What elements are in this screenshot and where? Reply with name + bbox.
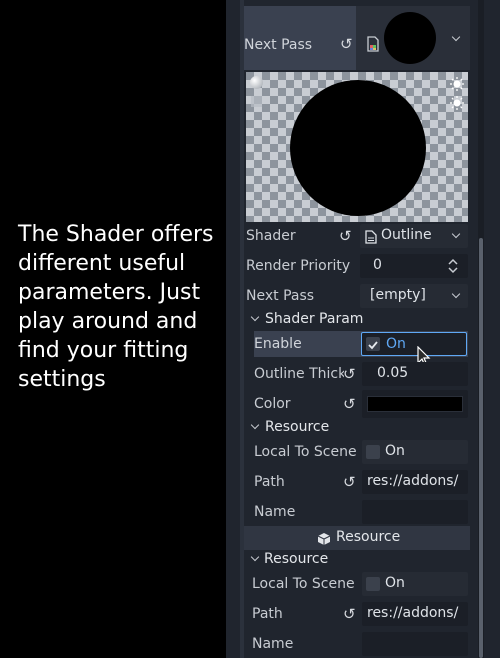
chevron-down-icon[interactable] — [451, 32, 461, 42]
revert-icon[interactable]: ↺ — [343, 397, 356, 412]
resource-inner-header: Resource — [265, 419, 330, 435]
next-pass-value: [empty] — [370, 287, 426, 303]
resource-button[interactable]: Resource — [244, 526, 470, 550]
next-pass-label: Next Pass — [246, 288, 315, 304]
name-label: Name — [252, 636, 294, 652]
caption-text: The Shader offers different useful param… — [18, 222, 214, 392]
light2-icon[interactable] — [450, 95, 464, 110]
checkbox-icon — [366, 577, 380, 591]
outline-thickness-value: 0.05 — [377, 365, 409, 381]
local-to-scene-checkbox[interactable]: On — [362, 572, 468, 596]
render-priority-value: 0 — [373, 257, 382, 273]
resource-button-label: Resource — [336, 529, 401, 545]
cube-icon — [317, 531, 331, 545]
color-label: Color — [254, 396, 291, 412]
shader-label: Shader — [246, 228, 296, 244]
revert-icon[interactable]: ↺ — [340, 37, 353, 52]
next-pass-top-row: Next Pass ↺ — [244, 6, 470, 70]
shader-value: Outline — [381, 227, 432, 243]
chevron-down-icon — [250, 552, 260, 562]
local-to-scene-label: Local To Scene — [252, 576, 355, 592]
shader-dropdown[interactable]: Outline — [360, 224, 468, 248]
resource-inner-section-header[interactable]: Resource — [246, 418, 468, 438]
cube-icon[interactable] — [251, 96, 262, 107]
shader-param-header: Shader Param — [265, 311, 364, 327]
preview-sphere — [290, 80, 426, 216]
path-label: Path — [254, 474, 285, 490]
render-priority-label: Render Priority — [246, 258, 351, 274]
revert-icon[interactable]: ↺ — [343, 607, 356, 622]
enable-label: Enable — [254, 336, 302, 352]
revert-icon[interactable]: ↺ — [343, 367, 356, 382]
chevron-down-icon — [451, 229, 461, 239]
checkbox-icon — [366, 445, 380, 459]
revert-icon[interactable]: ↺ — [343, 475, 356, 490]
render-priority-spinbox[interactable]: 0 — [360, 254, 468, 278]
chevron-down-icon — [250, 420, 260, 430]
path-value: res://addons/ — [367, 605, 459, 621]
shader-param-section-header[interactable]: Shader Param — [246, 310, 468, 330]
local-to-scene-label: Local To Scene — [254, 444, 357, 460]
path-input[interactable]: res://addons/ — [362, 602, 468, 626]
next-pass-dropdown[interactable]: [empty] — [360, 284, 468, 308]
check-icon — [366, 337, 380, 351]
path-value: res://addons/ — [367, 473, 459, 489]
scrollbar-thumb[interactable] — [479, 238, 483, 658]
enable-value: On — [386, 336, 406, 352]
color-picker-button[interactable] — [362, 390, 468, 418]
shader-material-icon — [366, 36, 380, 52]
material-preview — [246, 72, 468, 222]
resource-outer-header: Resource — [264, 551, 329, 567]
sphere-icon[interactable] — [250, 76, 263, 89]
local-to-scene-value: On — [385, 443, 405, 459]
local-to-scene-checkbox[interactable]: On — [362, 440, 468, 464]
name-input[interactable] — [362, 632, 468, 656]
name-label: Name — [254, 504, 296, 520]
revert-icon[interactable]: ↺ — [339, 229, 352, 244]
enable-checkbox[interactable]: On — [361, 332, 467, 356]
color-swatch — [367, 396, 463, 412]
resource-outer-section-header[interactable]: Resource — [244, 550, 470, 570]
next-pass-top-label: Next Pass — [244, 37, 313, 53]
path-input[interactable]: res://addons/ — [362, 470, 468, 494]
path-label: Path — [252, 606, 283, 622]
spin-arrows-icon[interactable] — [448, 257, 458, 275]
caption-panel: The Shader offers different useful param… — [0, 0, 226, 658]
local-to-scene-value: On — [385, 575, 405, 591]
material-thumbnail[interactable] — [384, 12, 436, 64]
chevron-down-icon — [250, 312, 260, 322]
name-input[interactable] — [362, 500, 468, 524]
outline-thickness-label: Outline Thick — [254, 366, 344, 382]
outline-thickness-input[interactable]: 0.05 — [362, 362, 468, 386]
shader-file-icon — [365, 229, 377, 244]
chevron-down-icon — [451, 289, 461, 299]
light1-icon[interactable] — [450, 76, 464, 91]
